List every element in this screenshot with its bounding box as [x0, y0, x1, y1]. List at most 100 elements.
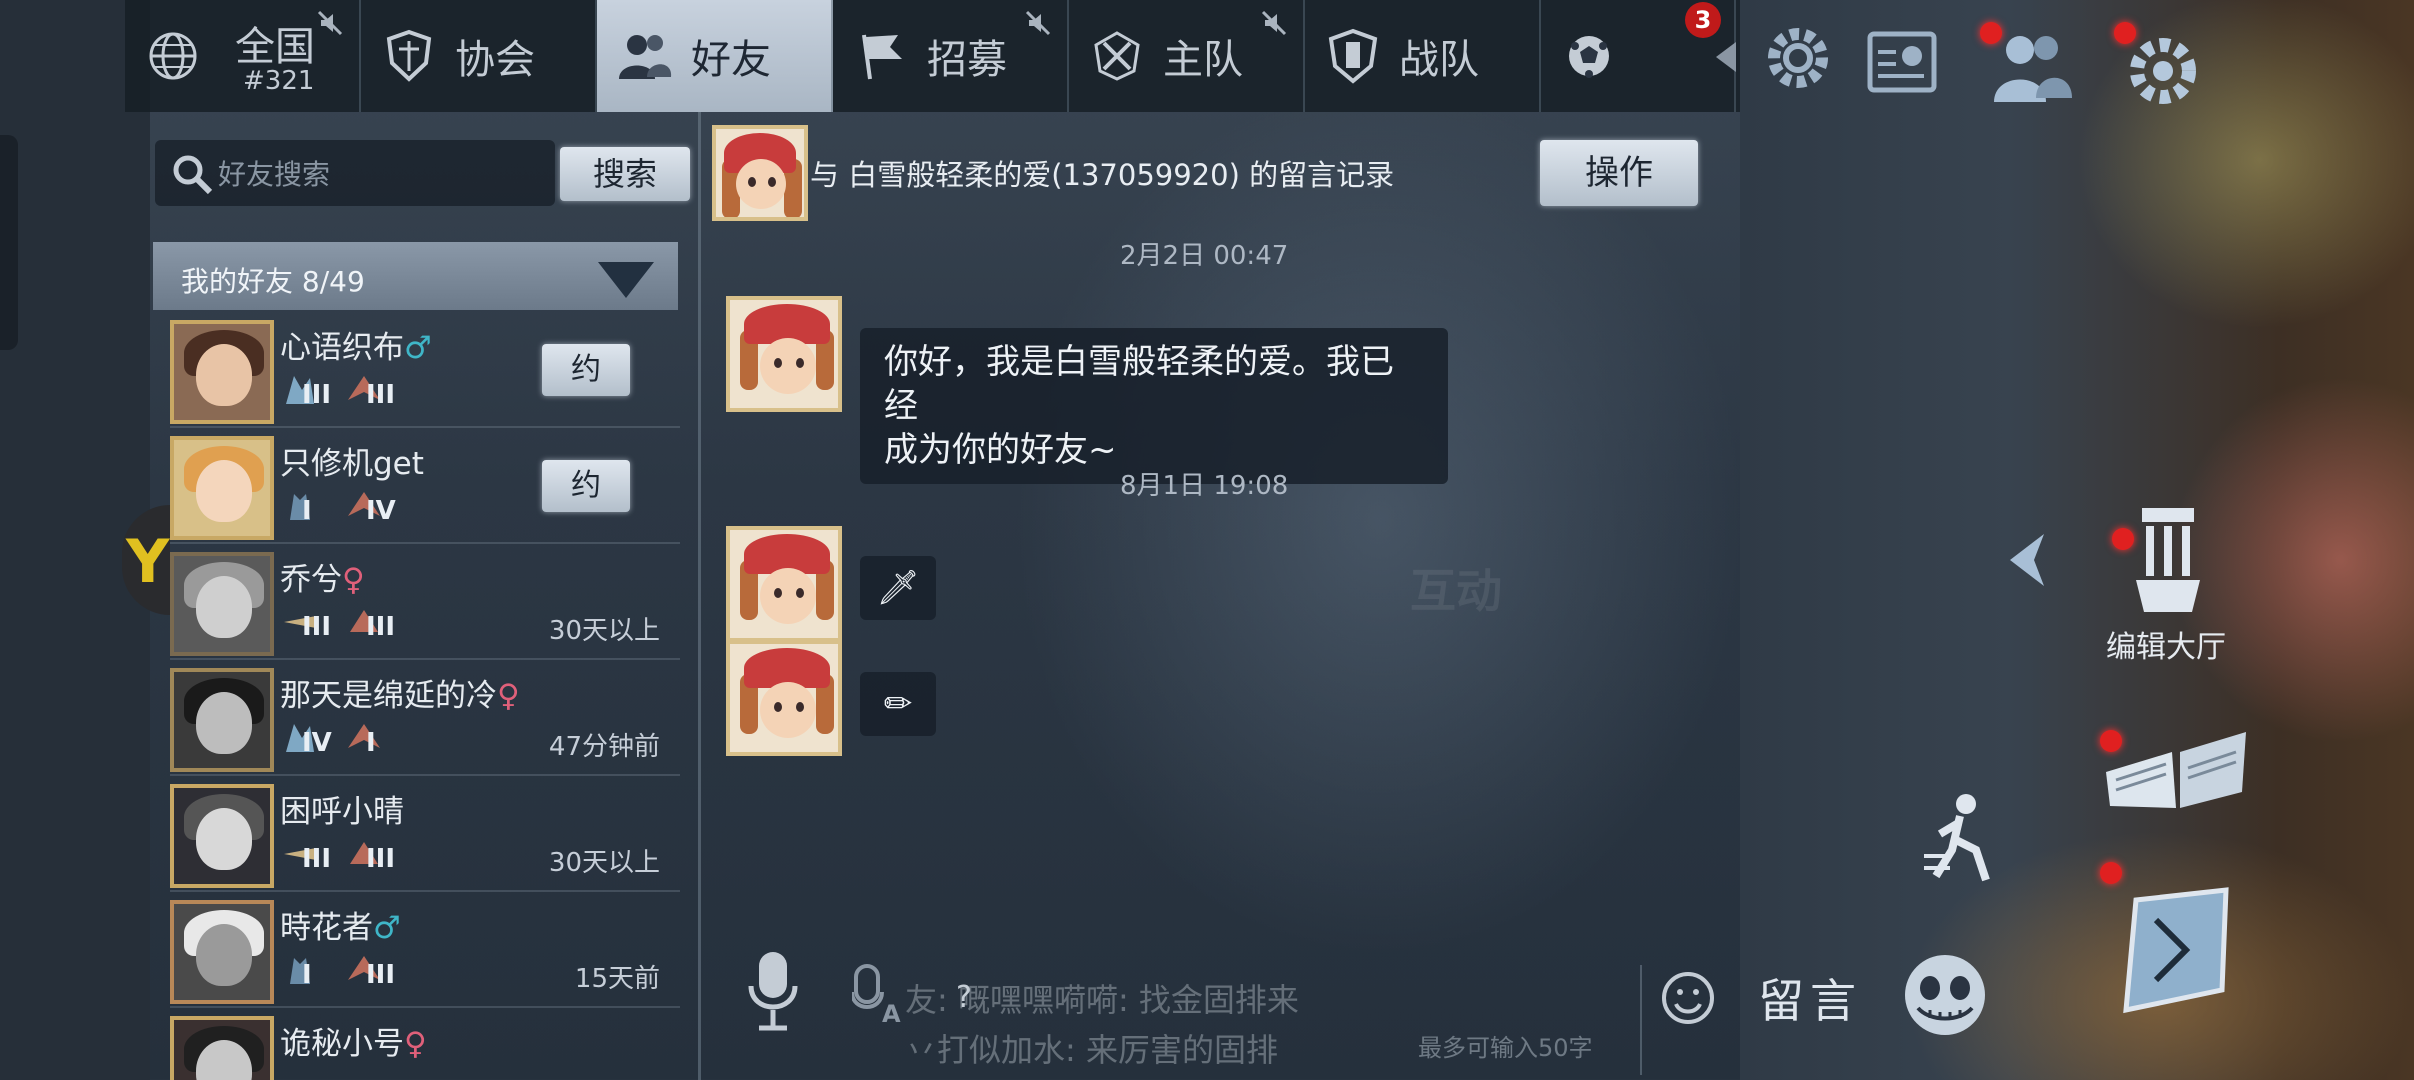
- expand-left-arrow-icon[interactable]: [2004, 530, 2048, 590]
- journal-book-icon[interactable]: [2096, 880, 2246, 1030]
- tab-label: 协会: [455, 37, 535, 83]
- friend-row[interactable]: 心语织布♂ III III 约: [170, 314, 680, 428]
- last-online-status: 30天以上: [548, 848, 660, 878]
- invite-button[interactable]: 约: [542, 460, 630, 512]
- survivor-icon: IV: [280, 718, 334, 762]
- friends-list-header[interactable]: 我的好友 8/49: [153, 242, 678, 310]
- background-chat-line: 丷打似加水: 来厉害的固排: [905, 1031, 1278, 1069]
- jack-skull-emote-icon[interactable]: [1900, 950, 1990, 1040]
- avatar: [170, 668, 274, 772]
- voice-to-text-icon[interactable]: A: [852, 960, 912, 1030]
- tab-main-team[interactable]: 主队: [1069, 0, 1305, 112]
- avatar: [170, 900, 274, 1004]
- friend-search-input[interactable]: [218, 148, 548, 200]
- survivor-icon: III: [280, 602, 334, 646]
- input-divider: [1640, 965, 1642, 1075]
- sender-avatar[interactable]: [726, 640, 842, 756]
- avatar: [170, 436, 274, 540]
- friend-name: 诡秘小号♀: [280, 1026, 427, 1062]
- hunter-icon: III: [344, 602, 398, 646]
- hunter-icon: III: [344, 370, 398, 414]
- last-online-status: 15天前: [574, 964, 660, 994]
- background-chat-line: 友: 嘅嘿嘿嗬嗬: 找金固排来: [905, 981, 1299, 1019]
- survivor-icon: I: [280, 950, 334, 994]
- microphone-icon[interactable]: [745, 948, 801, 1034]
- friend-row[interactable]: 那天是绵延的冷♀ IV I 47分钟前: [170, 662, 680, 776]
- panel-divider: [698, 112, 701, 1080]
- message-input-hint[interactable]: 最多可输入50字: [1418, 1028, 1593, 1063]
- channel-tab-bar: 全国 #321 协会 好友 招募 主队 战队 3: [125, 0, 1740, 112]
- emoji-icon[interactable]: [1660, 970, 1716, 1026]
- friend-row[interactable]: 時花者♂ I III 15天前: [170, 894, 680, 1008]
- chat-title: 与 白雪般轻柔的爱(137059920) 的留言记录: [810, 158, 1395, 192]
- tab-label: 招募: [927, 37, 1007, 83]
- tab-label: 主队: [1163, 37, 1243, 83]
- friend-row[interactable]: 乔兮♀ III III 30天以上: [170, 546, 680, 660]
- tab-soccer[interactable]: [1541, 0, 1736, 112]
- friend-row[interactable]: 困呼小晴 III III 30天以上: [170, 778, 680, 892]
- tab-recruit[interactable]: 招募: [833, 0, 1069, 112]
- hunter-icon: III: [344, 950, 398, 994]
- hud-panel: [1740, 0, 2414, 1080]
- mute-icon: [317, 10, 343, 36]
- tab-label: 战队: [1399, 37, 1479, 83]
- sender-avatar[interactable]: [726, 526, 842, 642]
- friends-count-label: 我的好友 8/49: [181, 265, 365, 298]
- hunter-icon: IV: [344, 486, 398, 530]
- last-online-status: 30天以上: [548, 616, 660, 646]
- operate-button[interactable]: 操作: [1540, 140, 1698, 206]
- friend-name: 只修机get: [280, 446, 424, 482]
- friend-row[interactable]: 诡秘小号♀: [170, 1010, 680, 1080]
- drawer-handle[interactable]: [0, 135, 18, 350]
- mute-icon: [1025, 10, 1051, 36]
- pencil-emoji-bubble: ✏: [860, 672, 936, 736]
- message-bubble: 你好，我是白雪般轻柔的爱。我已经 成为你的好友~: [860, 328, 1448, 484]
- social-friends-icon[interactable]: [1990, 26, 2074, 106]
- search-icon: [173, 155, 213, 195]
- friend-name: 那天是绵延的冷♀: [280, 678, 520, 714]
- dagger-emoji-bubble: 🗡: [860, 556, 936, 620]
- friend-row[interactable]: 只修机get I IV 约: [170, 430, 680, 544]
- avatar: [170, 1016, 274, 1080]
- system-settings-icon[interactable]: [2120, 28, 2206, 114]
- emote-action-icon[interactable]: [1916, 790, 2006, 890]
- friends-icon: [617, 28, 673, 84]
- invite-button[interactable]: 约: [542, 344, 630, 396]
- open-book-icon[interactable]: [2096, 712, 2256, 812]
- message-timestamp: 2月2日 00:47: [1120, 241, 1289, 271]
- friend-name: 時花者♂: [280, 910, 401, 946]
- avatar: [170, 784, 274, 888]
- leave-message-button[interactable]: 留言: [1758, 965, 1862, 1031]
- tab-association[interactable]: 协会: [361, 0, 597, 112]
- soccer-ball-icon: [1561, 28, 1617, 84]
- flag-icon: [853, 28, 909, 84]
- chat-partner-avatar[interactable]: [712, 125, 808, 221]
- friend-name: 困呼小晴: [280, 794, 404, 830]
- mute-icon: [1261, 10, 1287, 36]
- message-timestamp: 8月1日 19:08: [1120, 471, 1289, 501]
- svg-text:A: A: [882, 1000, 901, 1028]
- collapse-arrow-icon[interactable]: [1712, 40, 1738, 74]
- avatar: [170, 320, 274, 424]
- search-button[interactable]: 搜索: [560, 147, 690, 201]
- survivor-icon: III: [280, 834, 334, 878]
- globe-icon: [145, 28, 201, 84]
- tab-sublabel: #321: [243, 66, 315, 96]
- tab-clan[interactable]: 战队 3: [1305, 0, 1721, 112]
- tab-national[interactable]: 全国 #321: [125, 0, 361, 112]
- clan-shield-icon: [1325, 28, 1381, 84]
- settings-gear-icon[interactable]: [1758, 18, 1838, 98]
- hunter-icon: I: [344, 718, 398, 762]
- tab-label: 全国: [235, 24, 315, 70]
- sender-avatar[interactable]: [726, 296, 842, 412]
- friend-name: 乔兮♀: [280, 562, 365, 598]
- chevron-down-icon: [598, 262, 654, 298]
- hunter-icon: III: [344, 834, 398, 878]
- tab-label: 好友: [691, 37, 771, 83]
- edit-hall-icon[interactable]: [2128, 500, 2208, 620]
- tab-friends[interactable]: 好友: [597, 0, 833, 112]
- profile-card-icon[interactable]: [1862, 22, 1942, 102]
- friend-name: 心语织布♂: [280, 330, 432, 366]
- last-online-status: 47分钟前: [548, 732, 660, 762]
- team-emblem-icon: [1089, 28, 1145, 84]
